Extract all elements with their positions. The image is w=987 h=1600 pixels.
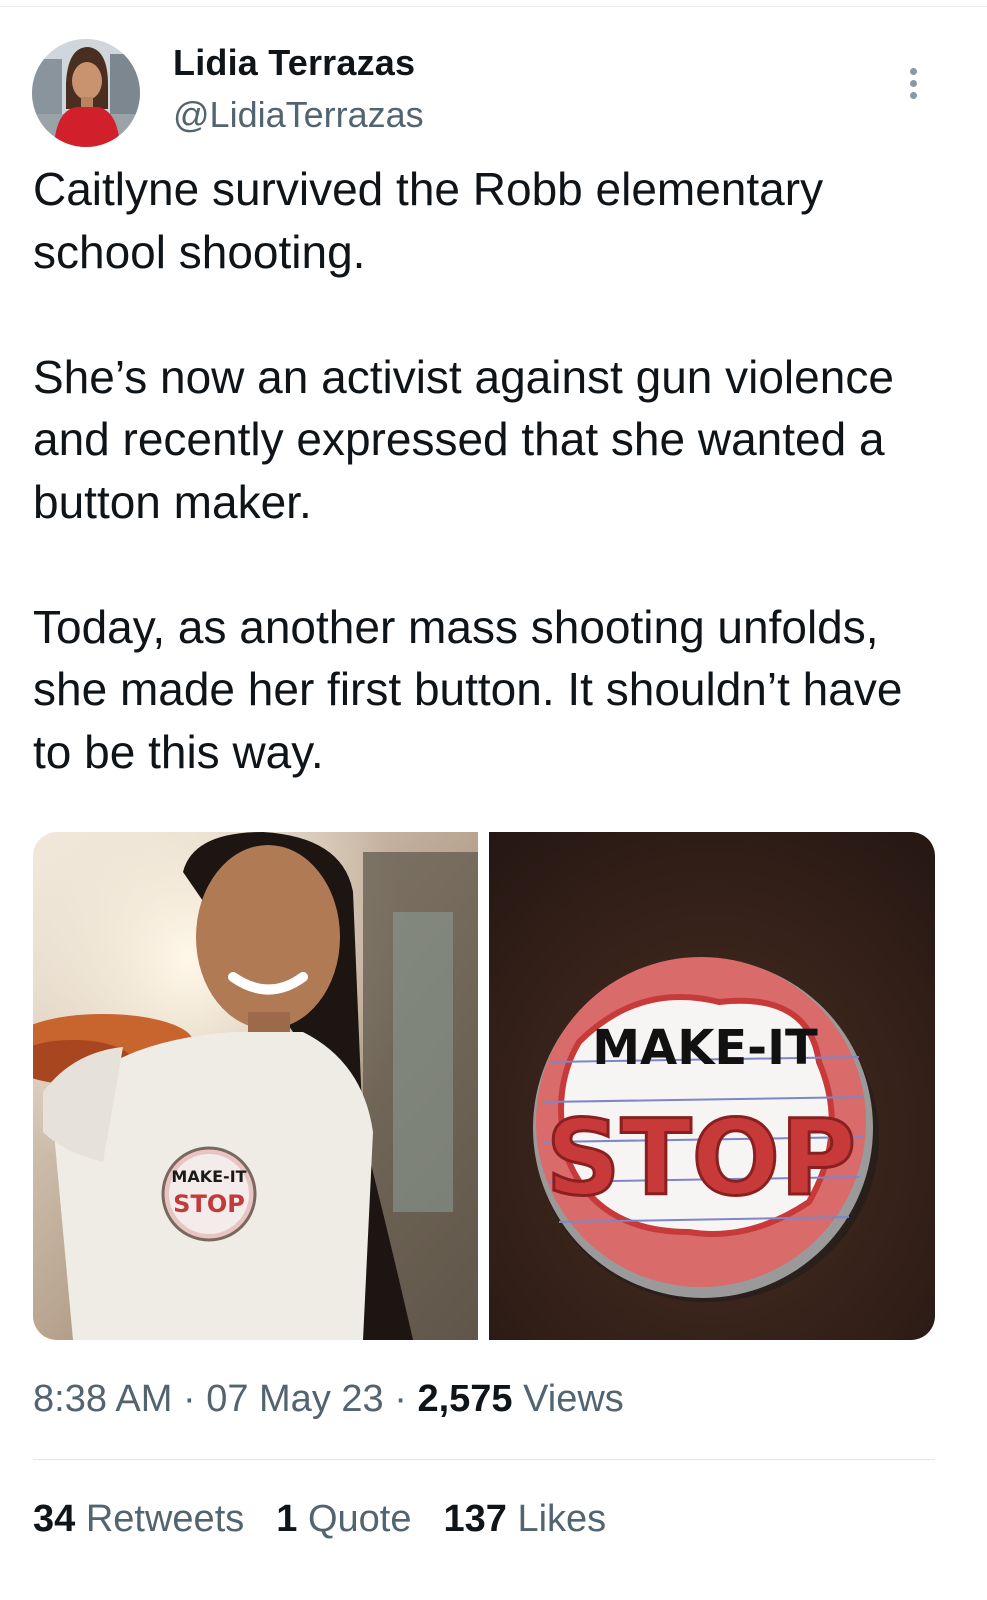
tweet-paragraph: Caitlyne survived the Robb elementary sc… bbox=[33, 163, 824, 278]
button-text-small-bottom: STOP bbox=[173, 1190, 245, 1218]
tweet-time[interactable]: 8:38 AM bbox=[33, 1378, 172, 1420]
tweet-paragraph: Today, as another mass shooting unfolds,… bbox=[33, 600, 903, 778]
quotes-count: 1 bbox=[276, 1498, 298, 1540]
button-text-top: MAKE-IT bbox=[592, 1020, 818, 1076]
photo-girl-with-button[interactable]: MAKE-IT STOP bbox=[33, 832, 478, 1340]
top-divider bbox=[0, 6, 987, 7]
meta-separator: · bbox=[182, 1378, 196, 1420]
likes-count: 137 bbox=[443, 1498, 507, 1540]
tweet-stats: 34 Retweets 1 Quote 137 Likes bbox=[33, 1498, 606, 1541]
tweet-meta: 8:38 AM · 07 May 23 · 2,575 Views bbox=[33, 1378, 624, 1421]
button-text-bottom: STOP bbox=[546, 1097, 856, 1219]
photo-make-it-stop-button[interactable]: MAKE-IT STOP bbox=[489, 832, 935, 1340]
retweets-count: 34 bbox=[33, 1498, 76, 1540]
button-text-small-top: MAKE-IT bbox=[171, 1167, 246, 1186]
quotes-stat[interactable]: 1 Quote bbox=[276, 1498, 411, 1541]
meta-separator: · bbox=[394, 1378, 407, 1420]
avatar[interactable] bbox=[32, 39, 140, 147]
retweets-stat[interactable]: 34 Retweets bbox=[33, 1498, 244, 1541]
tweet-date[interactable]: 07 May 23 bbox=[206, 1378, 383, 1420]
author-display-name[interactable]: Lidia Terrazas bbox=[173, 42, 415, 84]
quotes-label: Quote bbox=[307, 1498, 412, 1540]
stats-divider bbox=[33, 1459, 935, 1460]
views-count: 2,575 bbox=[417, 1378, 513, 1420]
likes-stat[interactable]: 137 Likes bbox=[443, 1498, 606, 1541]
tweet-text: Caitlyne survived the Robb elementary sc… bbox=[33, 158, 953, 783]
views-label: Views bbox=[523, 1378, 624, 1420]
tweet-paragraph: She’s now an activist against gun violen… bbox=[33, 350, 894, 528]
tweet-media[interactable]: MAKE-IT STOP MAKE-IT STOP bbox=[33, 832, 935, 1340]
retweets-label: Retweets bbox=[85, 1498, 245, 1540]
likes-label: Likes bbox=[517, 1498, 607, 1540]
more-vertical-icon[interactable] bbox=[896, 58, 930, 108]
author-handle[interactable]: @LidiaTerrazas bbox=[173, 94, 424, 136]
